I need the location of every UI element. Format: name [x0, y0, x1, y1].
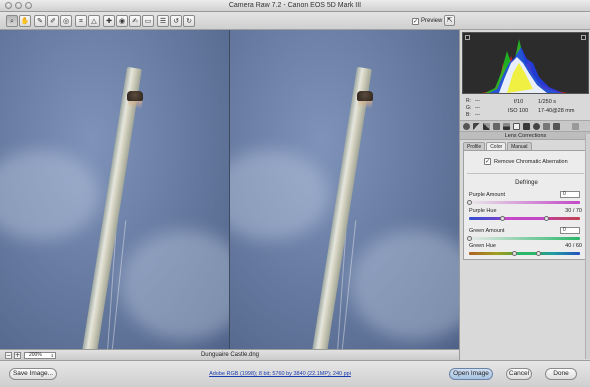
- presets-icon[interactable]: [543, 123, 550, 130]
- pole-tip: [127, 91, 143, 101]
- pole-tip: [357, 91, 373, 101]
- purple-hue-value: 30 / 70: [565, 208, 582, 214]
- green-hue-value: 40 / 60: [565, 243, 582, 249]
- shutter-value: 1/250 s: [538, 99, 557, 105]
- purple-amount-label: Purple Amount: [469, 192, 506, 198]
- straighten-tool-icon[interactable]: △: [88, 15, 100, 27]
- zoom-status-bar: − + 200% ⇕ Dunguaire Castle.dng: [0, 349, 459, 360]
- cloud-shape: [350, 230, 459, 340]
- cloud-shape: [120, 230, 229, 340]
- aperture-value: f/10: [514, 99, 524, 105]
- purple-amount-field[interactable]: 0: [560, 191, 580, 198]
- purple-amount-slider-thumb[interactable]: [467, 200, 472, 205]
- dialog-footer: Save Image... Adobe RGB (1998); 8 bit; 5…: [0, 360, 590, 387]
- green-hue-low-thumb[interactable]: [512, 251, 517, 256]
- purple-hue-range: [502, 217, 546, 220]
- blue-readout-value: ---: [475, 112, 480, 118]
- remove-ca-label: Remove Chromatic Aberration: [494, 158, 568, 165]
- white-balance-tool-icon[interactable]: ✎: [34, 15, 46, 27]
- green-amount-field[interactable]: 0: [560, 227, 580, 234]
- cancel-button[interactable]: Cancel: [506, 368, 532, 380]
- hsl-icon[interactable]: [493, 123, 500, 130]
- zoom-in-button[interactable]: +: [14, 352, 21, 359]
- green-hue-range: [514, 252, 538, 255]
- remove-ca-option[interactable]: ✓ Remove Chromatic Aberration: [484, 158, 568, 165]
- split-toning-icon[interactable]: [503, 123, 510, 130]
- tab-color[interactable]: Color: [486, 142, 507, 150]
- green-readout-value: ---: [475, 105, 480, 111]
- zoom-level-value: 200%: [29, 352, 42, 358]
- hand-tool-icon[interactable]: ✋: [19, 15, 31, 27]
- tab-profile[interactable]: Profile: [463, 142, 486, 150]
- lens-corrections-icon[interactable]: [513, 123, 520, 130]
- defringe-heading: Defringe: [515, 180, 538, 186]
- red-readout-label: R:: [466, 98, 471, 104]
- rotate-ccw-icon[interactable]: ↺: [170, 15, 182, 27]
- workflow-options-link[interactable]: Adobe RGB (1998); 8 bit; 5760 by 3840 (2…: [180, 371, 380, 377]
- tone-curve-icon[interactable]: [473, 123, 480, 130]
- panel-tab-strip: [460, 120, 590, 132]
- green-hue-label: Green Hue: [469, 243, 496, 249]
- cloud-shape: [230, 150, 330, 240]
- before-preview-pane[interactable]: [0, 30, 229, 349]
- purple-hue-label: Purple Hue: [469, 208, 497, 214]
- image-preview-canvas[interactable]: [0, 30, 459, 349]
- basic-panel-icon[interactable]: [463, 123, 470, 130]
- green-amount-track[interactable]: [469, 237, 580, 240]
- adjustments-panel: R: --- G: --- B: --- f/10 1/250 s ISO 10…: [459, 30, 590, 360]
- lens-value: 17-40@28 mm: [538, 108, 575, 114]
- zoom-level-select[interactable]: 200% ⇕: [24, 352, 56, 359]
- green-amount-slider-thumb[interactable]: [467, 236, 472, 241]
- spot-removal-tool-icon[interactable]: ✚: [103, 15, 115, 27]
- green-readout-label: G:: [466, 105, 472, 111]
- zoom-tool-icon[interactable]: ⌕: [6, 15, 18, 27]
- window-title: Camera Raw 7.2 - Canon EOS 5D Mark III: [228, 2, 362, 9]
- detail-icon[interactable]: [483, 123, 490, 130]
- snapshots-icon[interactable]: [553, 123, 560, 130]
- preview-toggle[interactable]: ✓ Preview: [412, 16, 442, 26]
- blue-readout-label: B:: [466, 112, 471, 118]
- rotate-cw-icon[interactable]: ↻: [183, 15, 195, 27]
- section-title: Lens Corrections: [460, 132, 590, 140]
- camera-info-readout: R: --- G: --- B: --- f/10 1/250 s ISO 10…: [462, 96, 589, 120]
- camera-calibration-icon[interactable]: [533, 123, 540, 130]
- panel-menu-icon[interactable]: [572, 123, 579, 130]
- color-tab-content: ✓ Remove Chromatic Aberration Defringe P…: [463, 150, 588, 260]
- histogram: [462, 32, 589, 94]
- divider: [467, 173, 584, 174]
- purple-amount-track[interactable]: [469, 201, 580, 204]
- fullscreen-toggle-icon[interactable]: ⇱: [444, 15, 455, 26]
- red-readout-value: ---: [475, 98, 480, 104]
- adjustment-brush-tool-icon[interactable]: ✍: [129, 15, 141, 27]
- crop-tool-icon[interactable]: ⌗: [75, 15, 87, 27]
- preferences-icon[interactable]: ☰: [157, 15, 169, 27]
- file-name: Dunguaire Castle.dng: [200, 352, 260, 358]
- green-amount-label: Green Amount: [469, 228, 505, 234]
- zoom-out-button[interactable]: −: [5, 352, 12, 359]
- iso-value: ISO 100: [508, 108, 529, 114]
- preview-checkbox[interactable]: ✓: [412, 17, 419, 25]
- done-button[interactable]: Done: [545, 368, 577, 380]
- preview-label: Preview: [421, 18, 443, 24]
- graduated-filter-tool-icon[interactable]: ▭: [142, 15, 154, 27]
- remove-ca-checkbox[interactable]: ✓: [484, 158, 491, 165]
- color-sampler-tool-icon[interactable]: ✐: [47, 15, 59, 27]
- red-eye-tool-icon[interactable]: ◉: [116, 15, 128, 27]
- after-preview-pane[interactable]: [230, 30, 459, 349]
- tab-manual[interactable]: Manual: [507, 142, 532, 150]
- lens-correction-tabs: Profile Color Manual: [463, 142, 533, 150]
- green-hue-high-thumb[interactable]: [536, 251, 541, 256]
- targeted-adjustment-tool-icon[interactable]: ◎: [60, 15, 72, 27]
- purple-hue-low-thumb[interactable]: [500, 216, 505, 221]
- histogram-graph: [481, 39, 567, 93]
- cloud-shape: [0, 150, 100, 240]
- chevron-updown-icon: ⇕: [50, 353, 54, 358]
- tool-strip: ⌕ ✋ ✎ ✐ ◎ ⌗ △ ✚ ◉ ✍ ▭ ☰ ↺ ↻ ✓ Preview ⇱: [0, 12, 590, 30]
- open-image-button[interactable]: Open Image: [449, 368, 493, 380]
- save-image-button[interactable]: Save Image...: [9, 368, 57, 380]
- window-titlebar: Camera Raw 7.2 - Canon EOS 5D Mark III: [0, 0, 590, 12]
- panel-scrollbar[interactable]: [585, 134, 590, 359]
- effects-icon[interactable]: [523, 123, 530, 130]
- purple-hue-high-thumb[interactable]: [544, 216, 549, 221]
